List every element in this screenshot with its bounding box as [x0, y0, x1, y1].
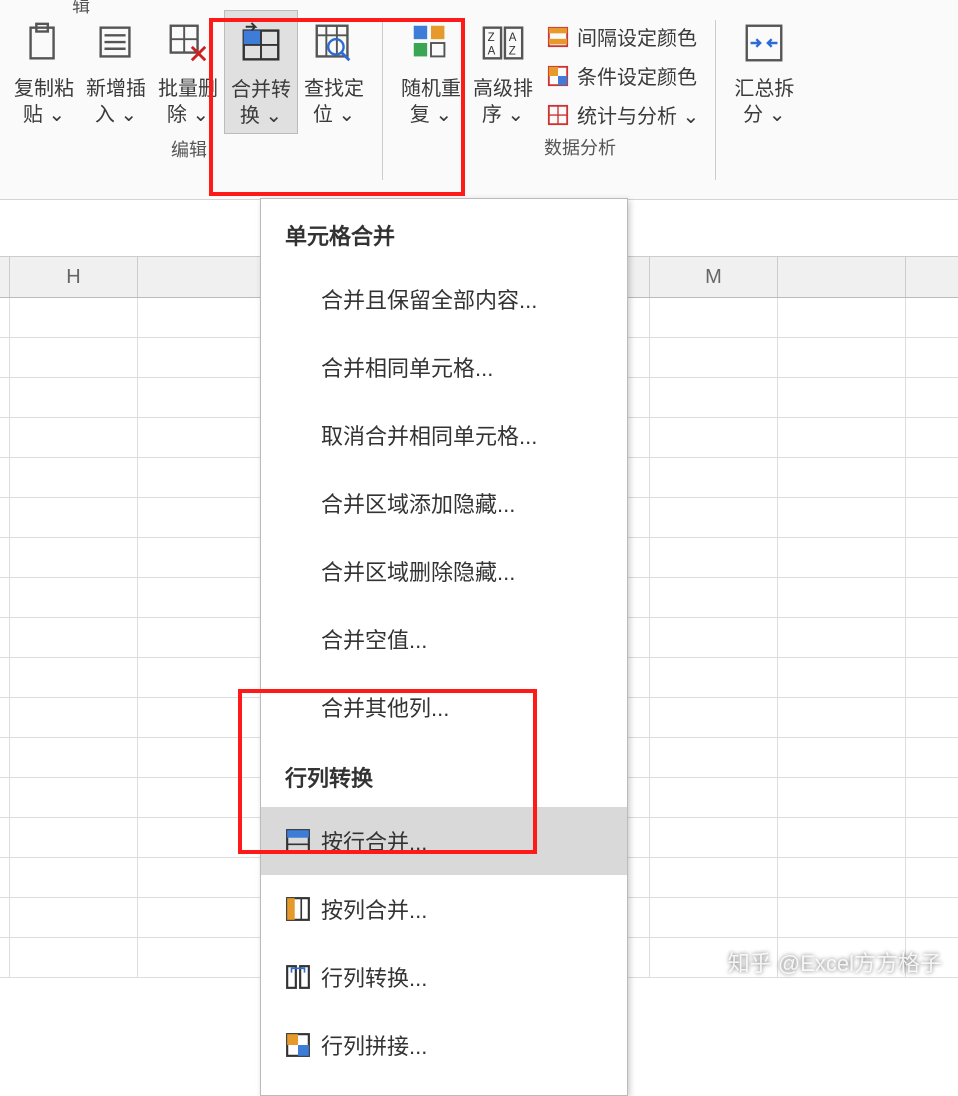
conditional-color-button[interactable]: 条件设定颜色 — [543, 59, 703, 92]
button-label: 合并转 换 ⌄ — [231, 77, 291, 129]
svg-text:Z: Z — [509, 46, 516, 58]
menu-item-merge-same[interactable]: 合并相同单元格... — [261, 333, 627, 401]
ribbon-group-edit: 复制粘 贴 ⌄ 新增插 入 ⌄ 批量删 除 ⌄ 合并转 换 ⌄ 查找定 位 ⌄ — [8, 10, 370, 134]
find-locate-button[interactable]: 查找定 位 ⌄ — [298, 10, 370, 132]
side-item-label: 统计与分析 ⌄ — [577, 100, 699, 129]
menu-item-merge-by-row[interactable]: 按行合并... — [261, 807, 627, 875]
svg-text:Z: Z — [488, 32, 495, 44]
menu-item-unmerge-same[interactable]: 取消合并相同单元格... — [261, 401, 627, 469]
page-lines-icon — [91, 18, 141, 68]
menu-item-merge-other-col[interactable]: 合并其他列... — [261, 673, 627, 741]
random-repeat-button[interactable]: 随机重 复 ⌄ — [395, 10, 467, 132]
batch-delete-button[interactable]: 批量删 除 ⌄ — [152, 10, 224, 132]
stats-analysis-button[interactable]: 统计与分析 ⌄ — [543, 98, 703, 131]
menu-item-label: 按行合并... — [321, 825, 427, 857]
menu-item-merge-keep-all[interactable]: 合并且保留全部内容... — [261, 265, 627, 333]
column-header[interactable]: G — [0, 257, 10, 297]
insert-button[interactable]: 新增插 入 ⌄ — [80, 10, 152, 132]
merge-grid-icon — [236, 19, 286, 69]
watermark-text: 知乎 @Excel方方格子 — [728, 946, 942, 978]
menu-item-merge-add-hidden[interactable]: 合并区域添加隐藏... — [261, 469, 627, 537]
merge-transform-dropdown: 单元格合并 合并且保留全部内容... 合并相同单元格... 取消合并相同单元格.… — [260, 198, 628, 1096]
ribbon-group-summary: 汇总拆 分 ⌄ — [728, 10, 800, 132]
color-grid-icon — [547, 65, 569, 87]
menu-item-merge-by-col[interactable]: 按列合并... — [261, 875, 627, 943]
side-item-label: 间隔设定颜色 — [577, 22, 697, 51]
swap-icon — [285, 964, 311, 990]
menu-item-merge-blank[interactable]: 合并空值... — [261, 605, 627, 673]
grid-col-icon — [285, 896, 311, 922]
grid-search-icon — [309, 18, 359, 68]
menu-item-merge-del-hidden[interactable]: 合并区域删除隐藏... — [261, 537, 627, 605]
grid-mix-icon — [285, 1032, 311, 1058]
side-button-list: 间隔设定颜色 条件设定颜色 统计与分析 ⌄ — [539, 10, 703, 131]
column-header[interactable]: H — [10, 257, 138, 297]
striped-grid-icon — [547, 26, 569, 48]
column-header[interactable]: M — [650, 257, 778, 297]
ribbon-toolbar: 辑 复制粘 贴 ⌄ 新增插 入 ⌄ 批量删 除 ⌄ 合并转 换 ⌄ — [0, 0, 958, 200]
advanced-sort-button[interactable]: ZAAZ 高级排 序 ⌄ — [467, 10, 539, 132]
menu-item-label: 按列合并... — [321, 893, 427, 925]
group-label-data: 数据分析 — [544, 134, 616, 160]
interval-color-button[interactable]: 间隔设定颜色 — [543, 20, 703, 53]
menu-item-rowcol-concat[interactable]: 行列拼接... — [261, 1011, 627, 1079]
dropdown-section-title: 行列转换 — [261, 741, 627, 807]
button-label: 汇总拆 分 ⌄ — [734, 76, 794, 128]
grid-x-icon — [163, 18, 213, 68]
separator — [715, 20, 716, 180]
column-header[interactable] — [138, 257, 266, 297]
side-item-label: 条件设定颜色 — [577, 61, 697, 90]
ribbon-group-data: 随机重 复 ⌄ ZAAZ 高级排 序 ⌄ 间隔设定颜色 条件设定颜色 统计与分析… — [395, 10, 703, 132]
menu-item-label: 行列转换... — [321, 961, 427, 993]
svg-text:A: A — [509, 32, 517, 44]
button-label: 查找定 位 ⌄ — [304, 76, 364, 128]
clipboard-icon — [19, 18, 69, 68]
grid-row-icon — [285, 828, 311, 854]
merge-transform-button[interactable]: 合并转 换 ⌄ — [224, 10, 298, 134]
separator — [382, 20, 383, 180]
color-squares-icon — [406, 18, 456, 68]
sort-za-icon: ZAAZ — [478, 18, 528, 68]
merge-split-icon — [739, 18, 789, 68]
dropdown-section-title: 单元格合并 — [261, 199, 627, 265]
menu-item-rowcol-transform[interactable]: 行列转换... — [261, 943, 627, 1011]
svg-text:A: A — [488, 46, 496, 58]
button-label: 高级排 序 ⌄ — [473, 76, 533, 128]
button-label: 批量删 除 ⌄ — [158, 76, 218, 128]
button-label: 新增插 入 ⌄ — [86, 76, 146, 128]
stats-grid-icon — [547, 104, 569, 126]
copy-paste-button[interactable]: 复制粘 贴 ⌄ — [8, 10, 80, 132]
menu-item-label: 行列拼接... — [321, 1029, 427, 1061]
summary-split-button[interactable]: 汇总拆 分 ⌄ — [728, 10, 800, 132]
button-label: 随机重 复 ⌄ — [401, 76, 461, 128]
column-header[interactable] — [778, 257, 906, 297]
group-label-edit: 编辑 — [171, 136, 207, 162]
button-label: 复制粘 贴 ⌄ — [14, 76, 74, 128]
